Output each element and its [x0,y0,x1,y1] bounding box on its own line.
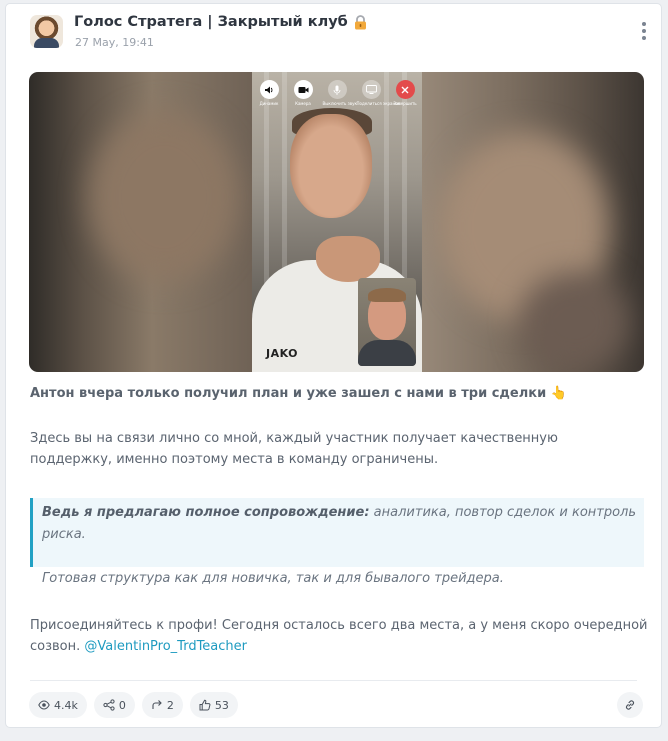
channel-avatar[interactable] [30,15,63,48]
post-date: 27 May, 19:41 [75,36,154,49]
thumbs-up-icon [199,699,211,711]
link-icon [625,700,635,710]
forwards-pill[interactable]: 2 [141,692,183,718]
caller-face [290,114,372,218]
hang-up-icon [395,80,415,99]
shirt-logo: JAKO [266,347,298,360]
share-nodes-icon [103,699,115,711]
views-pill[interactable]: 4.4k [29,692,87,718]
copy-link-button[interactable] [617,692,643,718]
more-options-icon[interactable] [641,22,647,40]
call-controls: Динамик Камера Выключить звук Поделиться… [252,80,422,106]
pointing-up-emoji: 👆 [550,386,567,401]
camera-icon [293,80,313,99]
camera-control[interactable]: Камера [289,80,318,106]
speaker-icon [259,80,279,99]
quote-line-1: Ведь я предлагаю полное сопровождение: а… [42,502,644,546]
channel-title[interactable]: Голос Стратега | Закрытый клуб [74,14,348,30]
divider [30,680,637,681]
blurred-background [89,112,239,282]
post-quote: Ведь я предлагаю полное сопровождение: а… [30,498,644,586]
post-card: Голос Стратега | Закрытый клуб 27 May, 1… [5,3,662,728]
mention-link[interactable]: @ValentinPro_TrdTeacher [84,639,247,654]
forward-arrow-icon [152,700,162,709]
hang-up-control[interactable]: Завершить [391,80,420,106]
channel-title-row: Голос Стратега | Закрытый клуб [74,14,367,30]
shares-count: 0 [118,698,126,712]
microphone-off-icon [327,80,347,99]
speaker-label: Динамик [259,101,279,106]
camera-label: Камера [295,101,311,106]
speaker-control[interactable]: Динамик [255,80,284,106]
hang-up-label: Завершить [393,101,417,106]
mute-control[interactable]: Выключить звук [322,80,357,106]
shares-pill[interactable]: 0 [93,692,135,718]
likes-count: 53 [214,698,229,712]
post-paragraph: Здесь вы на связи лично со мной, каждый … [30,431,558,467]
mute-label: Выключить звук [322,101,357,106]
quote-line-2: Готовая структура как для новичка, так и… [42,571,504,586]
post-image[interactable]: JAKO Динамик Камера Выключить звук Подел… [29,72,644,372]
forwards-count: 2 [166,698,174,712]
video-call-frame: JAKO Динамик Камера Выключить звук Подел… [252,72,422,372]
post-lead-text: Антон вчера только получил план и уже за… [30,386,547,401]
quote-strong: Ведь я предлагаю полное сопровождение: [42,505,370,520]
screen-share-control[interactable]: Поделиться экраном [356,80,401,106]
post-stats: 4.4k 0 2 53 [29,692,238,718]
blurred-background [519,272,629,372]
self-view-thumbnail [358,278,416,366]
views-count: 4.4k [54,698,78,712]
likes-pill[interactable]: 53 [189,692,238,718]
lock-icon [354,14,366,29]
post-lead: Антон вчера только получил план и уже за… [30,383,567,404]
screen-share-label: Поделиться экраном [356,101,401,106]
screen-share-icon [361,80,381,99]
post-cta: Присоединяйтесь к профи! Сегодня осталос… [30,615,650,657]
eye-icon [38,700,50,710]
